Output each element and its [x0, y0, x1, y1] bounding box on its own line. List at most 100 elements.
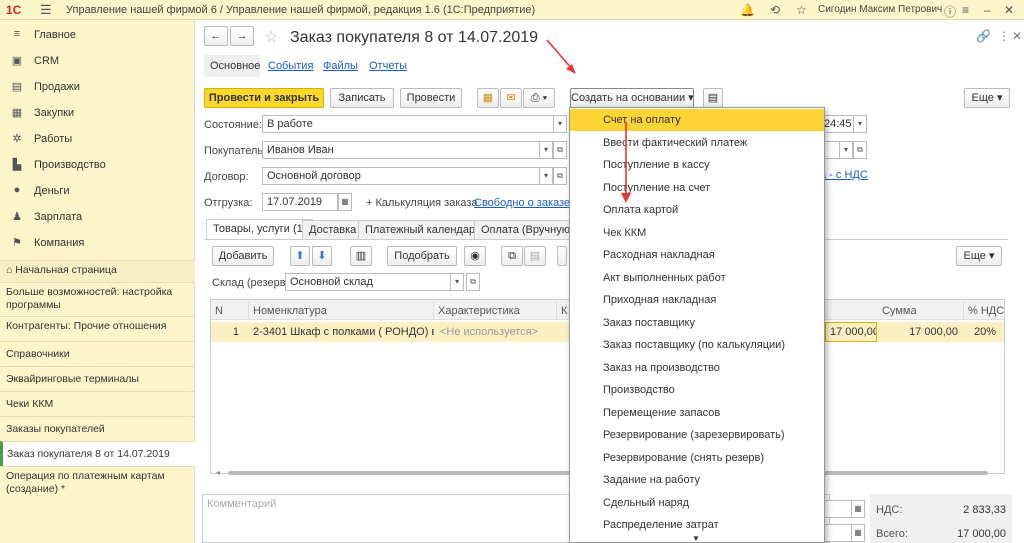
menu-item-actual-payment[interactable]: Ввести фактический платеж	[570, 132, 824, 154]
bottom-field-2[interactable]	[824, 524, 852, 542]
more-dots-icon[interactable]: ⋮	[998, 29, 1010, 43]
add-row-button[interactable]: Добавить	[212, 246, 274, 266]
calc-link[interactable]: + Калькуляция заказа	[366, 197, 478, 209]
open-item-home[interactable]: ⌂ Начальная страница	[0, 260, 195, 282]
menu-item-purchase-invoice[interactable]: Приходная накладная	[570, 289, 824, 311]
minimize-icon[interactable]: –	[984, 3, 991, 17]
close-icon[interactable]: ✕	[1004, 3, 1014, 17]
open-item[interactable]: Операция по платежным картам (создание) …	[0, 466, 195, 502]
tab-goods[interactable]: Товары, услуги (1)	[206, 219, 314, 239]
bottom-field-2-icon[interactable]: ▦	[851, 524, 865, 542]
sidebar-item-crm[interactable]: ▣ CRM	[0, 48, 195, 74]
open-item[interactable]: Больше возможностей: настройка программы	[0, 282, 195, 316]
vat-link[interactable]: а - с НДС	[820, 169, 868, 181]
move-up-icon[interactable]: ⬆	[290, 246, 310, 266]
menu-item-sales-invoice[interactable]: Расходная накладная	[570, 244, 824, 266]
tab-payment-manual[interactable]: Оплата (Вручную)	[474, 220, 581, 239]
buyer-dropdown-icon[interactable]: ▾	[539, 141, 553, 159]
col-item[interactable]: Номенклатура	[249, 302, 434, 320]
state-dropdown-icon[interactable]: ▾	[553, 115, 567, 133]
col-vat[interactable]: % НДС	[964, 302, 1004, 320]
link-icon[interactable]: 🔗	[976, 29, 991, 43]
bottom-field-1-icon[interactable]: ▦	[851, 500, 865, 518]
move-down-icon[interactable]: ⬇	[312, 246, 332, 266]
warehouse-open-icon[interactable]: ⧉	[466, 273, 480, 291]
sidebar-item-company[interactable]: ⚑ Компания	[0, 230, 195, 256]
row-item[interactable]: 2-3401 Шкаф с полками ( РОНДО) в...	[249, 322, 434, 342]
menu-item-bank-receipt[interactable]: Поступление на счет	[570, 177, 824, 199]
user-name[interactable]: Сигодин Максим Петрович	[818, 4, 942, 15]
sidebar-item-purchases[interactable]: ▦ Закупки	[0, 100, 195, 126]
menu-item-stock-transfer[interactable]: Перемещение запасов	[570, 402, 824, 424]
col-sum[interactable]: Сумма	[878, 302, 964, 320]
sidebar-item-salary[interactable]: ♟ Зарплата	[0, 204, 195, 230]
col-char[interactable]: Характеристика	[434, 302, 557, 320]
menu-item-cost-allocation[interactable]: Распределение затрат	[570, 514, 824, 536]
sidebar-item-sales[interactable]: ▤ Продажи	[0, 74, 195, 100]
row-char[interactable]: <Не используется>	[436, 322, 557, 342]
menu-item-cash-receipt[interactable]: Поступление в кассу	[570, 154, 824, 176]
close-form-icon[interactable]: ✕	[1012, 29, 1022, 43]
bell-icon[interactable]: 🔔	[740, 3, 755, 17]
right-field-1-dropdown-icon[interactable]: ▾	[839, 141, 853, 159]
tab-files[interactable]: Файлы	[323, 60, 358, 72]
sidebar-item-production[interactable]: ▙ Производство	[0, 152, 195, 178]
tab-delivery[interactable]: Доставка	[302, 220, 364, 239]
menu-item-kkm-check[interactable]: Чек ККМ	[570, 222, 824, 244]
menu-item-unreserve[interactable]: Резервирование (снять резерв)	[570, 447, 824, 469]
forward-button[interactable]: →	[230, 26, 254, 46]
buyer-open-icon[interactable]: ⧉	[553, 141, 567, 159]
pick-button[interactable]: Подобрать	[387, 246, 457, 266]
paste-icon[interactable]: ▤	[524, 246, 546, 266]
history-icon[interactable]: ⟲	[770, 3, 780, 17]
tab-payment-calendar[interactable]: Платежный календарь	[358, 220, 488, 239]
eye-icon[interactable]: ◉	[464, 246, 486, 266]
menu-item-invoice[interactable]: Счет на оплату	[570, 109, 824, 131]
menu-item-work-act[interactable]: Акт выполненных работ	[570, 267, 824, 289]
menu-item-supplier-order-calc[interactable]: Заказ поставщику (по калькуляции)	[570, 334, 824, 356]
open-item[interactable]: Чеки ККМ	[0, 391, 195, 416]
barcode-icon[interactable]: ▥	[350, 246, 372, 266]
menu-item-production-order[interactable]: Заказ на производство	[570, 357, 824, 379]
time-field[interactable]: 24:45	[824, 115, 854, 133]
col-n[interactable]: N	[211, 302, 249, 320]
menu-item-work-task[interactable]: Задание на работу	[570, 469, 824, 491]
menu-item-supplier-order[interactable]: Заказ поставщику	[570, 312, 824, 334]
info-icon[interactable]: ⓘ	[944, 3, 956, 20]
sidebar-item-main[interactable]: ≡ Главное	[0, 22, 195, 48]
shipment-date-field[interactable]: 17.07.2019	[262, 193, 338, 211]
save-button[interactable]: Записать	[330, 88, 394, 108]
bottom-field-1[interactable]	[824, 500, 852, 518]
contract-open-icon[interactable]: ⧉	[553, 167, 567, 185]
right-field-1-open-icon[interactable]: ⧉	[853, 141, 867, 159]
toolbar-overflow[interactable]	[557, 246, 567, 266]
favorite-star-icon[interactable]: ☆	[264, 27, 278, 47]
menu-item-reserve[interactable]: Резервирование (зарезервировать)	[570, 424, 824, 446]
settings-icon[interactable]: ≡	[962, 3, 969, 17]
menu-scroll-down-icon[interactable]: ▼	[692, 534, 700, 543]
menu-item-production[interactable]: Производство	[570, 379, 824, 401]
warehouse-field[interactable]: Основной склад	[285, 273, 451, 291]
table-more-button[interactable]: Еще ▾	[956, 246, 1002, 266]
warehouse-dropdown-icon[interactable]: ▾	[450, 273, 464, 291]
sidebar-item-money[interactable]: ● Деньги	[0, 178, 195, 204]
menu-item-piece-work[interactable]: Сдельный наряд	[570, 492, 824, 514]
copy-icon[interactable]: ⧉	[501, 246, 523, 266]
open-item[interactable]: Контрагенты: Прочие отношения	[0, 316, 195, 341]
mail-icon[interactable]: ✉	[500, 88, 522, 108]
tab-events[interactable]: События	[268, 60, 313, 72]
tab-reports[interactable]: Отчеты	[369, 60, 407, 72]
open-item[interactable]: Заказы покупателей	[0, 416, 195, 441]
state-field[interactable]: В работе	[262, 115, 554, 133]
back-button[interactable]: ←	[204, 26, 228, 46]
star-icon[interactable]: ☆	[796, 3, 807, 17]
scroll-left-icon[interactable]: ◂	[216, 469, 222, 477]
free-order-link[interactable]: Свободно о заказе	[474, 197, 570, 209]
row-price[interactable]: 17 000,00	[825, 322, 877, 342]
contract-dropdown-icon[interactable]: ▾	[539, 167, 553, 185]
sidebar-item-works[interactable]: ✲ Работы	[0, 126, 195, 152]
open-item[interactable]: Эквайринговые терминалы	[0, 366, 195, 391]
menu-item-card-payment[interactable]: Оплата картой	[570, 199, 824, 221]
buyer-field[interactable]: Иванов Иван	[262, 141, 540, 159]
report-icon[interactable]: ▤	[703, 88, 723, 108]
